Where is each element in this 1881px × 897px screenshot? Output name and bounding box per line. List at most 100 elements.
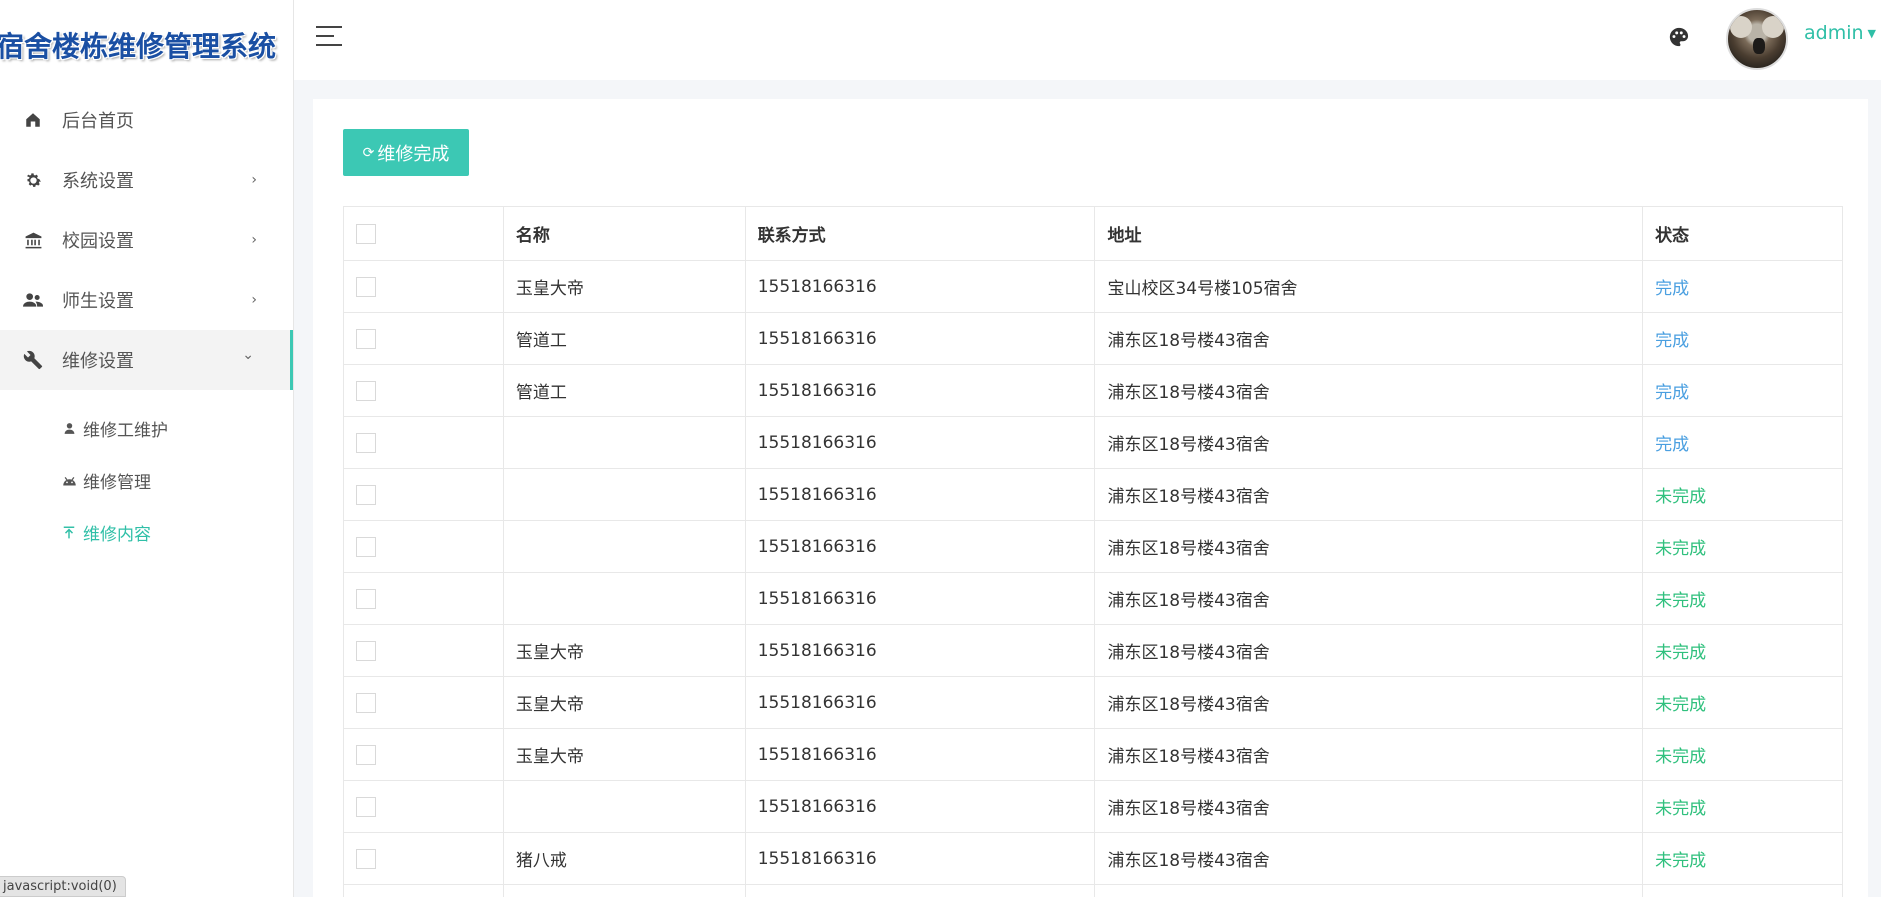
sidebar-item-people-settings[interactable]: 师生设置 › [0, 270, 293, 330]
row-checkbox-cell [343, 780, 504, 833]
sidebar-item-repair-settings[interactable]: 维修设置 ⌄ [0, 330, 293, 390]
row-checkbox-cell [343, 260, 504, 313]
row-checkbox-cell [343, 624, 504, 677]
table-row[interactable]: 管道工 15518166316 浦东区18号楼43宿舍 完成 [343, 312, 1843, 365]
sidebar-menu: 后台首页 系统设置 › 校园设置 › 师生设置 › 维修设置 ⌄ [0, 90, 293, 390]
cell-status: 完成 [1642, 416, 1843, 469]
sidebar-item-label: 校园设置 [62, 231, 134, 252]
avatar[interactable] [1726, 8, 1788, 70]
cell-status: 未完成 [1642, 520, 1843, 573]
cell-name [502, 884, 746, 897]
table-row[interactable]: 玉皇大帝 15518166316 宝山校区34号楼105宿舍 完成 [343, 260, 1843, 313]
row-checkbox[interactable] [356, 796, 376, 817]
sidebar-item-campus-settings[interactable]: 校园设置 › [0, 210, 293, 270]
row-checkbox[interactable] [356, 536, 376, 557]
row-checkbox[interactable] [356, 848, 376, 869]
select-all-checkbox[interactable] [356, 223, 376, 244]
palette-icon[interactable] [1668, 26, 1692, 50]
table-row[interactable]: 15518166316浦东区18号楼43宿舍未完成 [343, 884, 1843, 897]
row-checkbox[interactable] [356, 380, 376, 401]
cell-name: 玉皇大帝 [502, 676, 746, 729]
column-header-name[interactable]: 名称 [502, 206, 746, 261]
cell-address: 浦东区18号楼43宿舍 [1094, 468, 1644, 521]
row-checkbox-cell [343, 884, 504, 897]
cell-name: 玉皇大帝 [502, 260, 746, 313]
row-checkbox-cell [343, 520, 504, 573]
submenu-item-repairman[interactable]: 维修工维护 [0, 402, 293, 454]
cell-status: 完成 [1642, 364, 1843, 417]
app-title: 宿舍楼栋维修管理系统 [0, 30, 277, 63]
row-checkbox[interactable] [356, 640, 376, 661]
row-checkbox-cell [343, 416, 504, 469]
row-checkbox[interactable] [356, 484, 376, 505]
table-row[interactable]: 15518166316浦东区18号楼43宿舍未完成 [343, 468, 1843, 521]
row-checkbox-cell [343, 312, 504, 365]
username: admin [1804, 22, 1864, 44]
user-menu[interactable]: admin ▼ [1804, 22, 1876, 44]
cell-status: 未完成 [1642, 468, 1843, 521]
table-row[interactable]: 15518166316浦东区18号楼43宿舍未完成 [343, 520, 1843, 573]
row-checkbox-cell [343, 728, 504, 781]
table-body: 玉皇大帝 15518166316 宝山校区34号楼105宿舍 完成 管道工 1551816… [343, 260, 1843, 897]
table-row[interactable]: 猪八戒 15518166316 浦东区18号楼43宿舍 未完成 [343, 832, 1843, 885]
cell-address: 宝山校区34号楼105宿舍 [1094, 260, 1644, 313]
cell-name [502, 520, 746, 573]
table-header-row: 名称 联系方式 地址 状态 [343, 206, 1843, 261]
cell-address: 浦东区18号楼43宿舍 [1094, 884, 1644, 897]
cell-address: 浦东区18号楼43宿舍 [1094, 520, 1644, 573]
chevron-right-icon: › [251, 232, 257, 248]
sidebar-item-label: 师生设置 [62, 291, 134, 312]
cell-name [502, 572, 746, 625]
row-checkbox[interactable] [356, 692, 376, 713]
row-checkbox[interactable] [356, 432, 376, 453]
table-row[interactable]: 管道工 15518166316 浦东区18号楼43宿舍 完成 [343, 364, 1843, 417]
cell-phone: 15518166316 [744, 624, 1096, 677]
cell-address: 浦东区18号楼43宿舍 [1094, 312, 1644, 365]
cell-name: 猪八戒 [502, 832, 746, 885]
brand-logo[interactable]: 宿舍楼栋维修管理系统 [0, 0, 293, 90]
table-row[interactable]: 15518166316浦东区18号楼43宿舍未完成 [343, 780, 1843, 833]
table-row[interactable]: 玉皇大帝 15518166316 浦东区18号楼43宿舍 未完成 [343, 624, 1843, 677]
cell-address: 浦东区18号楼43宿舍 [1094, 728, 1644, 781]
cell-address: 浦东区18号楼43宿舍 [1094, 676, 1644, 729]
row-checkbox-cell [343, 676, 504, 729]
cell-address: 浦东区18号楼43宿舍 [1094, 624, 1644, 677]
row-checkbox[interactable] [356, 744, 376, 765]
row-checkbox-cell [343, 832, 504, 885]
cell-status: 完成 [1642, 260, 1843, 313]
cell-name: 管道工 [502, 364, 746, 417]
submenu-item-repair-manage[interactable]: 维修管理 [0, 454, 293, 506]
wrench-icon [22, 349, 44, 371]
sidebar-item-label: 后台首页 [62, 111, 134, 132]
table-row[interactable]: 15518166316浦东区18号楼43宿舍未完成 [343, 572, 1843, 625]
column-header-phone[interactable]: 联系方式 [744, 206, 1096, 261]
row-checkbox[interactable] [356, 588, 376, 609]
row-checkbox[interactable] [356, 328, 376, 349]
column-header-status[interactable]: 状态 [1642, 206, 1843, 261]
repair-table: 名称 联系方式 地址 状态 玉皇大帝 15518166316 宝山校区34号楼105… [343, 206, 1843, 897]
column-header-address[interactable]: 地址 [1094, 206, 1644, 261]
submenu-item-label: 维修内容 [83, 524, 151, 545]
cell-name: 管道工 [502, 312, 746, 365]
table-row[interactable]: 15518166316 浦东区18号楼43宿舍 完成 [343, 416, 1843, 469]
cell-address: 浦东区18号楼43宿舍 [1094, 780, 1644, 833]
submenu-item-repair-content[interactable]: 维修内容 [0, 506, 293, 558]
cell-phone: 15518166316 [744, 260, 1096, 313]
row-checkbox[interactable] [356, 276, 376, 297]
cell-status: 未完成 [1642, 624, 1843, 677]
sidebar-item-home[interactable]: 后台首页 [0, 90, 293, 150]
cell-phone: 15518166316 [744, 676, 1096, 729]
cell-name [502, 416, 746, 469]
repair-complete-button[interactable]: ⟳ 维修完成 [343, 129, 469, 176]
table-row[interactable]: 玉皇大帝 15518166316 浦东区18号楼43宿舍 未完成 [343, 676, 1843, 729]
cell-status: 未完成 [1642, 884, 1843, 897]
cell-status: 未完成 [1642, 676, 1843, 729]
menu-toggle-icon[interactable] [316, 26, 342, 48]
sidebar-item-system-settings[interactable]: 系统设置 › [0, 150, 293, 210]
table-row[interactable]: 玉皇大帝 15518166316 浦东区18号楼43宿舍 未完成 [343, 728, 1843, 781]
person-icon [61, 422, 77, 435]
cell-address: 浦东区18号楼43宿舍 [1094, 364, 1644, 417]
cell-status: 未完成 [1642, 728, 1843, 781]
cell-name [502, 780, 746, 833]
cell-address: 浦东区18号楼43宿舍 [1094, 572, 1644, 625]
